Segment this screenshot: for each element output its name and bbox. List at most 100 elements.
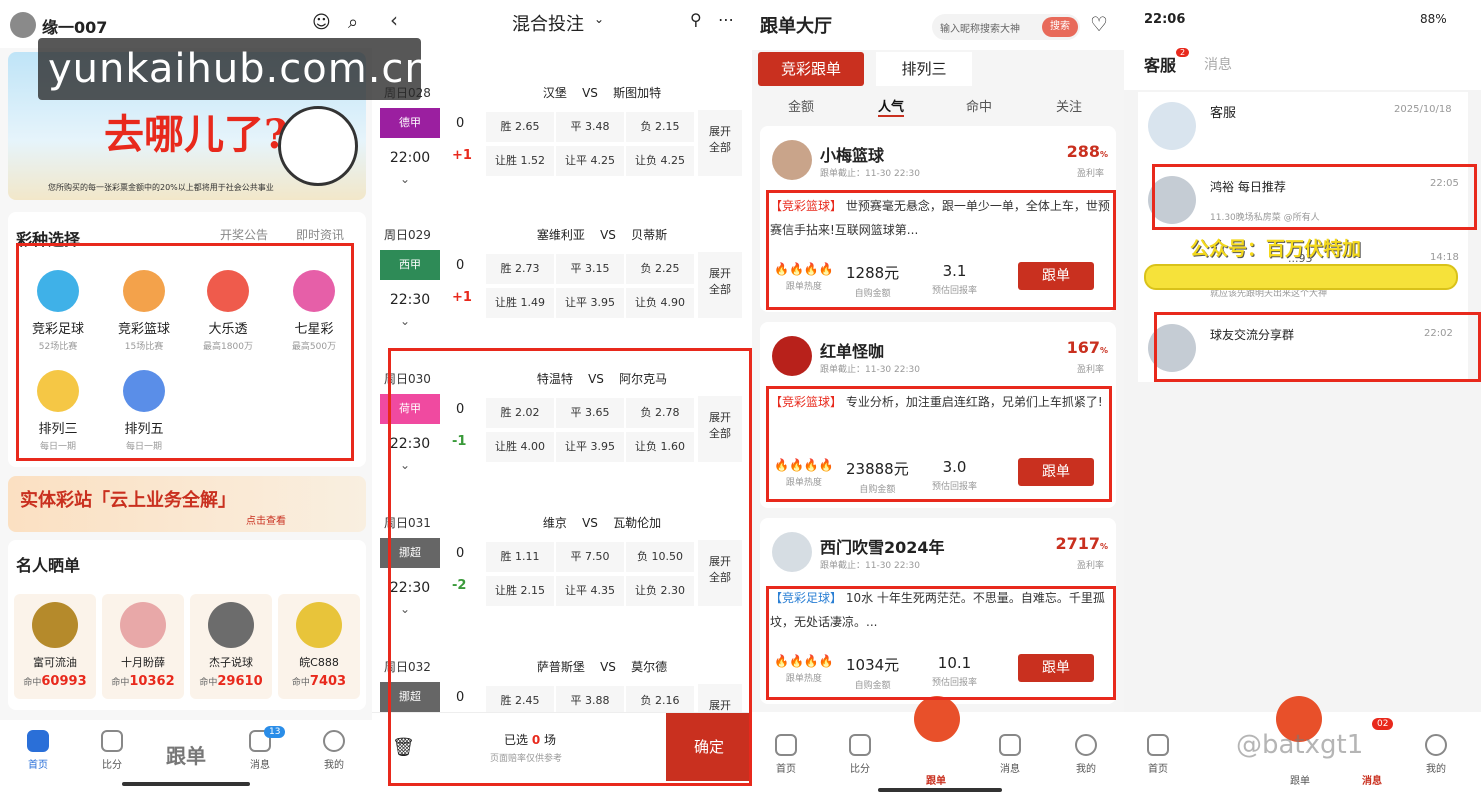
odds-cell[interactable]: 胜 2.73	[486, 254, 554, 284]
confirm-button[interactable]: 确定	[666, 713, 752, 781]
expand-all-button[interactable]: 展开 全部	[698, 396, 742, 462]
tab-pick3[interactable]: 排列三	[876, 52, 972, 86]
tab-service[interactable]: 客服	[1144, 52, 1176, 76]
tab-home[interactable]: 首页	[756, 734, 816, 775]
expand-all-button[interactable]: 展开 全部	[698, 252, 742, 318]
tip-text: 【竞彩篮球】 专业分析，加注重启连红路，兄弟们上车抓紧了!	[770, 395, 1103, 409]
list-item[interactable]: 鸿裕 每日推荐 11.30晚场私房菜 @所有人 22:05	[1138, 166, 1468, 236]
lottery-item[interactable]: 排列三 每日一期	[18, 370, 98, 452]
star-item[interactable]: 十月盼薛 命中10362	[102, 594, 184, 699]
odds-cell[interactable]: 负 10.50	[626, 542, 694, 572]
tab-messages[interactable]: 消息	[1342, 772, 1402, 787]
tab-messages[interactable]: 消息	[980, 734, 1040, 775]
odds-cell[interactable]: 胜 1.11	[486, 542, 554, 572]
odds-cell[interactable]: 让胜 2.15	[486, 576, 554, 606]
tab-profile[interactable]: 我的	[304, 730, 364, 771]
fire-icon: 🔥🔥🔥🔥	[774, 654, 834, 668]
tab-messages[interactable]: 消息	[1204, 54, 1232, 74]
tab-jingcai[interactable]: 竞彩跟单	[758, 52, 864, 86]
chevron-down-icon[interactable]: ⌄	[400, 172, 410, 186]
avatar[interactable]	[10, 12, 36, 38]
search-icon[interactable]: ⌕	[348, 12, 358, 33]
star-item[interactable]: 富可流油 命中60993	[14, 594, 96, 699]
tab-profile[interactable]: 我的	[1056, 734, 1116, 775]
follow-hall-panel: 跟单大厅 输入昵称搜索大神 搜索 ♡ 竞彩跟单 排列三 金额 人气 命中 关注 …	[752, 0, 1124, 800]
odds-cell[interactable]: 平 3.15	[556, 254, 624, 284]
odds-cell[interactable]: 让胜 1.49	[486, 288, 554, 318]
handicap-zero: 0	[456, 116, 465, 131]
tab-score[interactable]: 比分	[830, 734, 890, 775]
sort-hit[interactable]: 命中	[966, 96, 992, 115]
lottery-item[interactable]: 七星彩 最高500万	[274, 270, 354, 352]
draw-notice-link[interactable]: 开奖公告	[220, 226, 268, 243]
tab-follow[interactable]: 跟单	[906, 772, 966, 787]
tab-home[interactable]: 首页	[8, 730, 68, 771]
odds-cell[interactable]: 平 7.50	[556, 542, 624, 572]
list-item[interactable]: 球友交流分享群 22:02	[1138, 314, 1468, 384]
lottery-item[interactable]: 排列五 每日一期	[104, 370, 184, 452]
home-icon	[27, 730, 49, 752]
expand-all-button[interactable]: 展开 全部	[698, 110, 742, 176]
odds-cell[interactable]: 让胜 4.00	[486, 432, 554, 462]
follow-button[interactable]: 跟单	[1018, 262, 1094, 290]
odds-cell[interactable]: 让平 4.25	[556, 146, 624, 176]
filter-icon[interactable]: ⚲	[690, 10, 702, 29]
tab-score[interactable]: 比分	[82, 730, 142, 771]
odds-cell[interactable]: 让负 1.60	[626, 432, 694, 462]
promo-link[interactable]: 点击查看	[246, 512, 286, 527]
stars-card: 名人晒单 富可流油 命中60993 十月盼薛 命中10362 杰子说球 命中29610…	[8, 540, 366, 710]
follow-button[interactable]: 跟单	[1018, 654, 1094, 682]
odds-cell[interactable]: 让胜 1.52	[486, 146, 554, 176]
trash-icon[interactable]: 🗑	[392, 737, 415, 758]
star-item[interactable]: 杰子说球 命中29610	[190, 594, 272, 699]
page-title[interactable]: 混合投注	[512, 10, 584, 36]
heart-icon[interactable]: ♡	[1090, 12, 1108, 36]
odds-cell[interactable]: 让负 4.25	[626, 146, 694, 176]
lottery-item[interactable]: 竞彩篮球 15场比赛	[104, 270, 184, 352]
search-input[interactable]: 输入昵称搜索大神 搜索	[932, 14, 1080, 40]
odds-cell[interactable]: 负 2.25	[626, 254, 694, 284]
expand-all-button[interactable]: 展开 全部	[698, 540, 742, 606]
star-item[interactable]: 皖C888 命中7403	[278, 594, 360, 699]
odds-cell[interactable]: 胜 2.65	[486, 112, 554, 142]
odds-cell[interactable]: 胜 2.02	[486, 398, 554, 428]
odds-cell[interactable]: 平 3.48	[556, 112, 624, 142]
lottery-item[interactable]: 大乐透 最高1800万	[188, 270, 268, 352]
tab-home[interactable]: 首页	[1128, 734, 1188, 775]
follow-button[interactable]: 跟单	[1018, 458, 1094, 486]
chevron-down-icon[interactable]: ⌄	[400, 602, 410, 616]
tipster-card[interactable]: 小梅篮球 跟单截止：11-30 22:30 288% 盈利率 【竞彩篮球】 世预赛毫无悬…	[760, 126, 1116, 312]
list-item[interactable]: 客服 2025/10/18	[1138, 92, 1468, 162]
lottery-item[interactable]: 竞彩足球 52场比赛	[18, 270, 98, 352]
odds-cell[interactable]: 让负 2.30	[626, 576, 694, 606]
message-badge: 02	[1372, 718, 1394, 730]
search-button[interactable]: 搜索	[1042, 17, 1078, 37]
tipster-card[interactable]: 西门吹雪2024年 跟单截止：11-30 22:30 2717% 盈利率 【竞彩足球】 …	[760, 518, 1116, 704]
back-icon[interactable]: ‹	[390, 8, 398, 32]
news-link[interactable]: 即时资讯	[296, 226, 344, 243]
tab-follow[interactable]: 跟单	[156, 740, 216, 769]
tipster-card[interactable]: 红单怪咖 跟单截止：11-30 22:30 167% 盈利率 【竞彩篮球】 专业分析，加…	[760, 322, 1116, 508]
tab-profile[interactable]: 我的	[1406, 734, 1466, 775]
odds-cell[interactable]: 负 2.78	[626, 398, 694, 428]
chevron-down-icon[interactable]: ⌄	[594, 12, 604, 26]
odds-cell[interactable]: 让平 3.95	[556, 432, 624, 462]
match-date: 周日032	[384, 660, 431, 674]
follow-fab[interactable]	[914, 696, 960, 742]
odds-cell[interactable]: 负 2.15	[626, 112, 694, 142]
section-title: 彩种选择	[16, 230, 81, 249]
odds-cell[interactable]: 让平 4.35	[556, 576, 624, 606]
sort-popular[interactable]: 人气	[878, 96, 905, 117]
chevron-down-icon[interactable]: ⌄	[400, 458, 410, 472]
sort-follow[interactable]: 关注	[1056, 96, 1082, 115]
odds-cell[interactable]: 平 3.65	[556, 398, 624, 428]
service-icon[interactable]: ☺	[312, 12, 331, 33]
more-icon[interactable]: ⋯	[718, 10, 734, 29]
promo-banner[interactable]: 实体彩站「云上业务全解」 点击查看	[8, 476, 366, 532]
tab-follow[interactable]: 跟单	[1270, 772, 1330, 787]
odds-cell[interactable]: 让平 3.95	[556, 288, 624, 318]
chevron-down-icon[interactable]: ⌄	[400, 314, 410, 328]
sort-amount[interactable]: 金额	[788, 96, 814, 115]
odds-cell[interactable]: 让负 4.90	[626, 288, 694, 318]
bottom-tab-bar: 首页 比分 跟单 消息 13 我的	[0, 720, 372, 800]
